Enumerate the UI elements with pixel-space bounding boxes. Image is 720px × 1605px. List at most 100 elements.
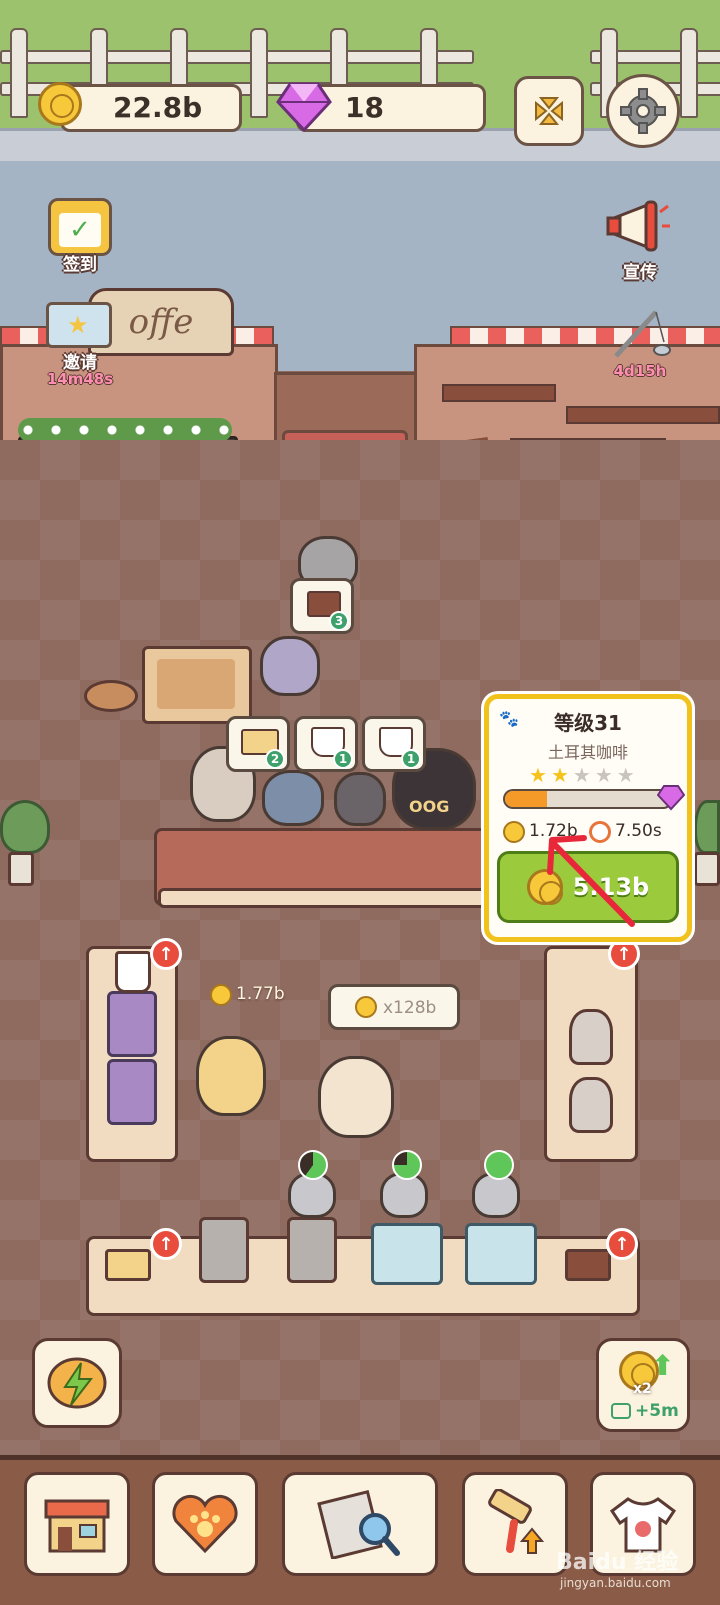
stool [84, 680, 138, 712]
paint-roller-icon [488, 1489, 545, 1554]
newspaper-search-icon [317, 1489, 400, 1559]
upgrade-arrow-icon[interactable]: ↑ [608, 938, 640, 970]
potted-plant [694, 800, 720, 890]
wall-shelf [442, 384, 556, 402]
cat-customer[interactable] [262, 770, 324, 826]
cook-timer-icon [484, 1150, 514, 1180]
fence-rail [0, 50, 474, 64]
toaster[interactable] [199, 1217, 249, 1283]
fishing-rod-icon [614, 310, 671, 358]
order-count: 2 [265, 749, 285, 769]
order-bubble[interactable]: 3 [290, 578, 354, 634]
turkish-coffee-pot[interactable] [569, 1077, 613, 1133]
coffee-machine[interactable] [107, 991, 157, 1057]
star-icon: ★ [67, 311, 89, 339]
sidewalk-curb [0, 128, 720, 164]
pointer-arrow-icon [547, 835, 635, 927]
upgrade-arrow-icon[interactable]: ↑ [606, 1228, 638, 1260]
order-bubble[interactable]: 1 [294, 716, 358, 772]
drink-station-left [86, 946, 178, 1162]
floating-income: 1.77b [236, 984, 285, 1004]
station-name: 土耳其咖啡 [547, 743, 628, 762]
coffee-cup-icon [115, 951, 151, 993]
nav-search-button[interactable] [282, 1472, 438, 1576]
cook-timer-icon [392, 1150, 422, 1180]
cat-waiter[interactable] [318, 1056, 394, 1138]
wall-shelf [566, 406, 720, 424]
drink-station-right [544, 946, 638, 1162]
order-count: 1 [333, 749, 353, 769]
tip-multiplier: x128b [383, 998, 437, 1018]
collapse-view-button[interactable] [514, 76, 584, 146]
boost-duration: +5m [635, 1401, 679, 1421]
shirt-text: OOG [409, 797, 450, 816]
nav-pets-button[interactable] [152, 1472, 258, 1576]
star-empty-icon: ★ [594, 763, 613, 787]
coin-counter: 22.8b [60, 84, 242, 132]
nav-decorate-button[interactable] [462, 1472, 568, 1576]
cook-timer-icon [298, 1150, 328, 1180]
gear-icon [620, 88, 666, 134]
gem-amount: 18 [345, 91, 384, 124]
nav-shop-button[interactable] [24, 1472, 130, 1576]
cake-slice-icon [565, 1249, 611, 1281]
star-filled-icon: ★ [550, 763, 569, 787]
gem-icon [276, 82, 332, 133]
cat-customer[interactable] [260, 636, 320, 696]
potted-plant [0, 800, 50, 890]
up-arrow-icon: ⬆ [651, 1349, 675, 1382]
fence-post [250, 28, 268, 118]
shop-icon [44, 1499, 110, 1553]
upgrade-progress-bar [503, 789, 673, 809]
star-filled-icon: ★ [529, 763, 547, 787]
arrows-inward-icon [535, 97, 563, 125]
upgrade-arrow-icon[interactable]: ↑ [150, 938, 182, 970]
order-count: 1 [401, 749, 421, 769]
double-income-button[interactable]: ⬆ x2 +5m [596, 1338, 690, 1432]
invite-timer: 14m48s [46, 370, 114, 388]
station-level: 等级31 [554, 711, 622, 735]
upgrade-arrow-icon[interactable]: ↑ [150, 1228, 182, 1260]
order-bubble[interactable]: 2 [226, 716, 290, 772]
invite-button[interactable]: ★ 邀请 14m48s [40, 300, 120, 390]
sandwich-icon [105, 1249, 151, 1281]
coin-icon [503, 821, 525, 843]
gem-icon [657, 785, 685, 811]
cat-waiter[interactable] [196, 1036, 266, 1116]
tip-bubble[interactable]: x128b [328, 984, 460, 1030]
megaphone-icon [606, 200, 670, 252]
paw-heart-icon [172, 1494, 238, 1554]
counter-edge [158, 888, 494, 908]
order-bubble[interactable]: 1 [362, 716, 426, 772]
toaster[interactable] [287, 1217, 337, 1283]
star-rating: ★ ★ ★ ★ ★ [529, 765, 659, 785]
cat-customer[interactable] [334, 772, 386, 826]
coin-amount: 22.8b [113, 91, 203, 124]
watermark-url: jingyan.baidu.com [560, 1576, 671, 1590]
fishing-timer: 4d15h [613, 362, 667, 380]
video-ad-icon [611, 1403, 631, 1419]
calendar-icon: ✓ [48, 198, 112, 256]
coin-icon [38, 82, 82, 126]
display-fridge[interactable] [371, 1223, 443, 1285]
envelope-icon: ★ [46, 302, 112, 348]
cafe-table [142, 646, 252, 724]
star-empty-icon: ★ [572, 763, 591, 787]
checkin-button[interactable]: ✓ 签到 [44, 194, 116, 275]
check-mark-icon: ✓ [59, 213, 101, 247]
coffee-machine[interactable] [107, 1059, 157, 1125]
turkish-coffee-pot[interactable] [569, 1009, 613, 1065]
energy-boost-button[interactable] [32, 1338, 122, 1428]
settings-button[interactable] [606, 74, 680, 148]
fence-post [10, 28, 28, 118]
promote-label: 宣传 [623, 263, 657, 283]
fishing-button[interactable]: 4d15h [600, 306, 680, 386]
coin-icon [210, 984, 232, 1006]
progress-fill [505, 791, 547, 807]
flowers [18, 418, 232, 442]
lightning-icon [47, 1357, 107, 1409]
watermark-brand: Baidu 经验 [556, 1550, 679, 1575]
display-fridge[interactable] [465, 1223, 537, 1285]
promote-button[interactable]: 宣传 [600, 198, 680, 283]
order-count: 3 [329, 611, 349, 631]
